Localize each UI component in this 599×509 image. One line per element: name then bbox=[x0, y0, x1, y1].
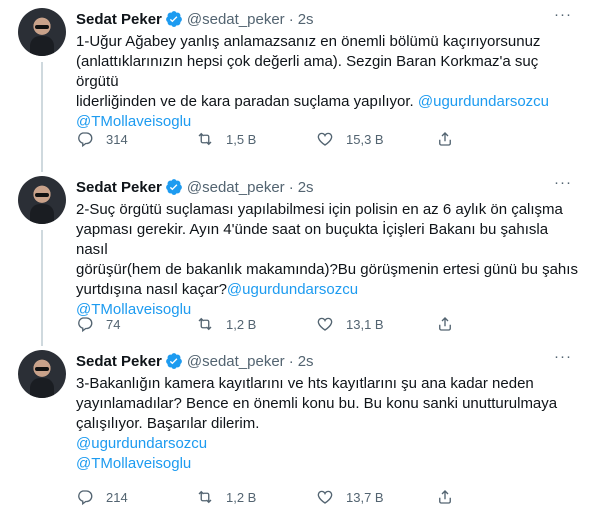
author-name[interactable]: Sedat Peker bbox=[76, 353, 162, 370]
thread-connector-line bbox=[41, 230, 43, 346]
retweet-button[interactable]: 1,2 B bbox=[196, 488, 316, 506]
tweet-header: Sedat Peker @sedat_peker · 2s ··· bbox=[76, 349, 581, 371]
share-button[interactable] bbox=[436, 315, 454, 333]
more-options-icon[interactable]: ··· bbox=[553, 175, 573, 197]
share-button[interactable] bbox=[436, 130, 454, 148]
retweet-button[interactable]: 1,2 B bbox=[196, 315, 316, 333]
tweet-timestamp[interactable]: 2s bbox=[298, 179, 314, 196]
tweet-text-line: liderliğinden ve de kara paradan suçlama… bbox=[76, 93, 418, 110]
verified-badge-icon bbox=[166, 179, 182, 195]
more-options-icon[interactable]: ··· bbox=[553, 7, 573, 29]
tweet-text-line: 2-Suç örgütü suçlaması yapılabilmesi içi… bbox=[76, 201, 563, 218]
verified-badge-icon bbox=[166, 11, 182, 27]
like-button[interactable]: 13,1 B bbox=[316, 315, 436, 333]
tweet[interactable]: Sedat Peker @sedat_peker · 2s ··· 2-Suç … bbox=[0, 168, 599, 346]
like-button[interactable]: 13,7 B bbox=[316, 488, 436, 506]
tweet-actions: 314 1,5 B 15,3 B bbox=[76, 129, 454, 149]
tweet-actions: 74 1,2 B 13,1 B bbox=[76, 314, 454, 334]
like-count: 15,3 B bbox=[346, 131, 384, 147]
tweet-text-line: çalışılıyor. Başarılar dilerim. bbox=[76, 415, 260, 432]
tweet-text-line: 3-Bakanlığın kamera kayıtlarını ve hts k… bbox=[76, 375, 534, 392]
tweet-header: Sedat Peker @sedat_peker · 2s ··· bbox=[76, 7, 581, 29]
tweet-text-line: yayınlamadılar? Bence en önemli konu bu.… bbox=[76, 395, 558, 412]
author-handle[interactable]: @sedat_peker bbox=[187, 179, 285, 196]
retweet-icon bbox=[198, 132, 212, 146]
tweet[interactable]: Sedat Peker @sedat_peker · 2s ··· 3-Baka… bbox=[0, 342, 599, 509]
thread-connector-line bbox=[41, 62, 43, 172]
heart-icon bbox=[317, 132, 333, 146]
tweet-text: 3-Bakanlığın kamera kayıtlarını ve hts k… bbox=[76, 374, 581, 474]
reply-icon bbox=[78, 490, 93, 506]
author-name[interactable]: Sedat Peker bbox=[76, 11, 162, 28]
verified-badge-icon bbox=[166, 353, 182, 369]
mention-link[interactable]: @TMollaveisoglu bbox=[76, 113, 191, 130]
heart-icon bbox=[317, 490, 333, 504]
header-separator: · bbox=[288, 178, 294, 196]
tweet-text: 1-Uğur Ağabey yanlış anlamazsanız en öne… bbox=[76, 32, 581, 132]
mention-link[interactable]: @ugurdundarsozcu bbox=[76, 435, 207, 452]
like-count: 13,1 B bbox=[346, 316, 384, 332]
more-options-icon[interactable]: ··· bbox=[553, 349, 573, 371]
retweet-button[interactable]: 1,5 B bbox=[196, 130, 316, 148]
tweet-text-line: yapması gerekir. Ayın 4'ünde saat on buç… bbox=[76, 221, 553, 258]
like-count: 13,7 B bbox=[346, 489, 384, 505]
avatar[interactable] bbox=[18, 8, 66, 56]
like-button[interactable]: 15,3 B bbox=[316, 130, 436, 148]
author-handle[interactable]: @sedat_peker bbox=[187, 11, 285, 28]
retweet-icon bbox=[198, 490, 212, 504]
tweet-header: Sedat Peker @sedat_peker · 2s ··· bbox=[76, 175, 581, 197]
tweet-content: Sedat Peker @sedat_peker · 2s ··· 3-Baka… bbox=[76, 349, 581, 506]
reply-button[interactable]: 74 bbox=[76, 315, 196, 333]
avatar-column bbox=[18, 8, 66, 56]
reply-count: 314 bbox=[106, 131, 128, 147]
avatar-column bbox=[18, 350, 66, 398]
tweet-content: Sedat Peker @sedat_peker · 2s ··· 2-Suç … bbox=[76, 175, 581, 333]
tweet-text: 2-Suç örgütü suçlaması yapılabilmesi içi… bbox=[76, 200, 581, 320]
tweet-text-line: görüşür(hem de bakanlık makamında)?Bu gö… bbox=[76, 261, 578, 278]
share-icon bbox=[439, 132, 451, 146]
mention-link[interactable]: @ugurdundarsozcu bbox=[418, 93, 549, 110]
tweet-timestamp[interactable]: 2s bbox=[298, 11, 314, 28]
retweet-count: 1,2 B bbox=[226, 316, 257, 332]
tweet-text-line: yurtdışına nasıl kaçar? bbox=[76, 281, 227, 298]
reply-count: 74 bbox=[106, 316, 121, 332]
reply-button[interactable]: 214 bbox=[76, 488, 196, 506]
mention-link[interactable]: @TMollaveisoglu bbox=[76, 455, 191, 472]
avatar-column bbox=[18, 176, 66, 224]
share-button[interactable] bbox=[436, 488, 454, 506]
avatar[interactable] bbox=[18, 350, 66, 398]
reply-icon bbox=[78, 132, 93, 148]
mention-link[interactable]: @ugurdundarsozcu bbox=[227, 281, 358, 298]
retweet-count: 1,2 B bbox=[226, 489, 257, 505]
heart-icon bbox=[317, 317, 333, 331]
tweet-timestamp[interactable]: 2s bbox=[298, 353, 314, 370]
share-icon bbox=[439, 490, 451, 504]
tweet-text-line: (anlattıklarınızın hepsi çok değerli ama… bbox=[76, 53, 543, 90]
retweet-icon bbox=[198, 317, 212, 331]
tweet-text-line: 1-Uğur Ağabey yanlış anlamazsanız en öne… bbox=[76, 33, 541, 50]
reply-icon bbox=[78, 317, 93, 333]
tweet-thread: Sedat Peker @sedat_peker · 2s ··· 1-Uğur… bbox=[0, 0, 599, 509]
avatar[interactable] bbox=[18, 176, 66, 224]
author-name[interactable]: Sedat Peker bbox=[76, 179, 162, 196]
reply-button[interactable]: 314 bbox=[76, 130, 196, 148]
tweet-actions: 214 1,2 B 13,7 B bbox=[76, 487, 454, 507]
header-separator: · bbox=[288, 352, 294, 370]
tweet-content: Sedat Peker @sedat_peker · 2s ··· 1-Uğur… bbox=[76, 7, 581, 148]
share-icon bbox=[439, 317, 451, 331]
tweet[interactable]: Sedat Peker @sedat_peker · 2s ··· 1-Uğur… bbox=[0, 0, 599, 172]
header-separator: · bbox=[288, 10, 294, 28]
retweet-count: 1,5 B bbox=[226, 131, 257, 147]
reply-count: 214 bbox=[106, 489, 128, 505]
author-handle[interactable]: @sedat_peker bbox=[187, 353, 285, 370]
